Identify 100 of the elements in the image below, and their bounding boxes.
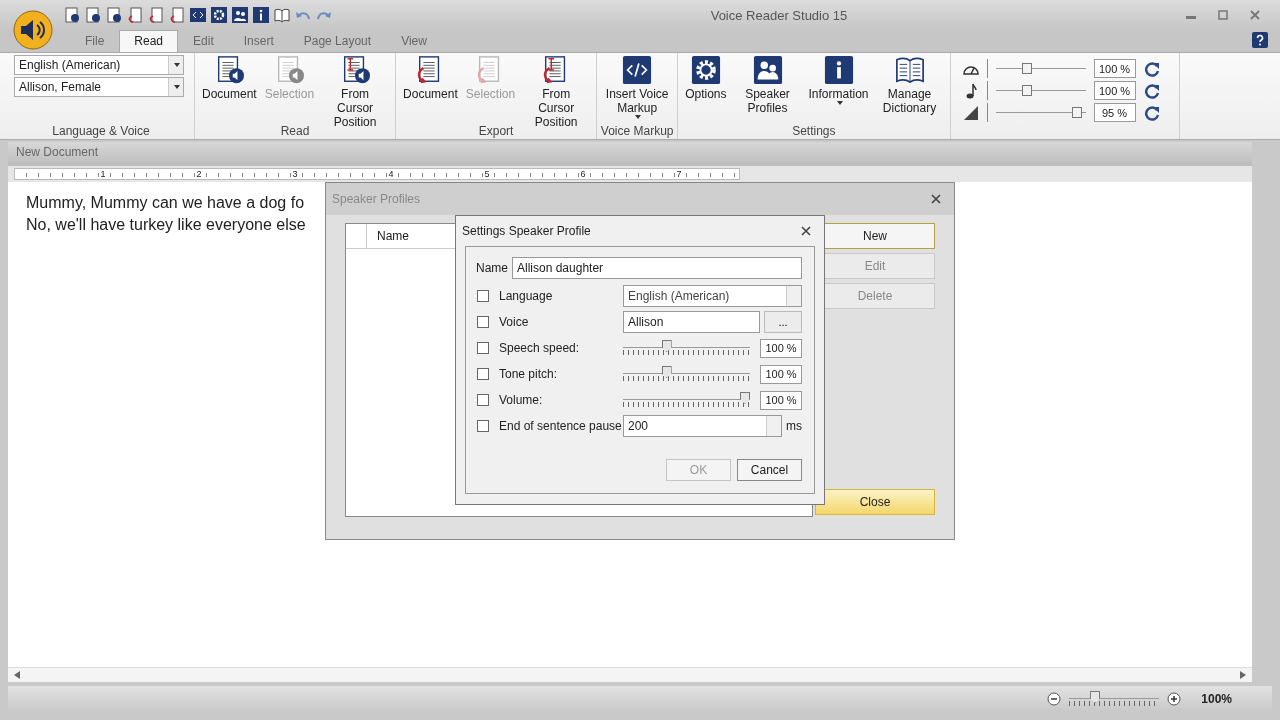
ribbon-button[interactable]: Document	[199, 55, 260, 101]
checkbox[interactable]	[477, 394, 489, 406]
zoom-out-icon[interactable]	[1047, 692, 1062, 706]
ruler-number: 4	[387, 169, 395, 179]
people-icon[interactable]	[232, 7, 248, 23]
field-label: End of sentence pause	[499, 419, 623, 433]
reset-icon[interactable]	[1143, 82, 1160, 99]
close-icon[interactable]	[930, 193, 942, 205]
group-label: Language & Voice	[52, 124, 150, 138]
column-header[interactable]: Name	[367, 224, 409, 248]
ribbon-button[interactable]: Options	[682, 55, 730, 101]
checkbox[interactable]	[477, 368, 489, 380]
percent-field[interactable]: 100 %	[1093, 59, 1136, 78]
field-label: Tone pitch:	[499, 367, 559, 381]
dialog-button[interactable]: Close	[815, 489, 935, 515]
dialog-button[interactable]: Cancel	[737, 459, 802, 481]
ribbon-tab[interactable]: Page Layout	[288, 30, 387, 52]
book-icon	[894, 55, 925, 85]
close-icon[interactable]	[800, 225, 812, 237]
ruler-number: 5	[483, 169, 491, 179]
document-icon[interactable]	[64, 7, 80, 23]
ribbon-button[interactable]: Insert Voice Markup	[601, 55, 674, 119]
dialog-title: Speaker Profiles	[332, 192, 421, 206]
dialog-title: Settings Speaker Profile	[462, 224, 591, 238]
ribbon-button[interactable]: Information	[805, 55, 872, 105]
reset-icon[interactable]	[1143, 60, 1160, 77]
book-icon[interactable]	[274, 7, 290, 23]
document-title: New Document	[8, 142, 1252, 162]
ribbon-button[interactable]: Manage Dictionary	[873, 55, 946, 115]
slider-thumb[interactable]	[661, 340, 672, 352]
percent-field[interactable]: 100 %	[760, 390, 802, 410]
slider[interactable]	[623, 392, 750, 408]
slider-thumb[interactable]	[661, 366, 672, 378]
ribbon-button[interactable]: Speaker Profiles	[731, 55, 804, 115]
zoom-level: 100%	[1201, 692, 1232, 706]
slider[interactable]	[995, 82, 1086, 99]
slider[interactable]	[1069, 691, 1160, 707]
volume-bars-icon	[962, 104, 979, 121]
document-text: Mummy, Mummy can we have a dog fo	[26, 194, 305, 211]
checkbox[interactable]	[477, 420, 489, 432]
field-label: Volume:	[499, 393, 544, 407]
slider[interactable]	[995, 104, 1086, 121]
settings-icon[interactable]	[211, 7, 227, 23]
ruler-number: 2	[195, 169, 203, 179]
slider[interactable]	[623, 366, 750, 382]
slider[interactable]	[995, 60, 1086, 77]
people-icon	[752, 55, 783, 85]
help-icon[interactable]	[1252, 32, 1268, 48]
scroll-left-icon[interactable]	[14, 671, 20, 679]
field-label: Language	[499, 289, 554, 303]
ruler-number: 7	[675, 169, 683, 179]
ribbon-button[interactable]: From Cursor Position	[520, 55, 593, 129]
document-icon[interactable]	[85, 7, 101, 23]
checkbox[interactable]	[477, 342, 489, 354]
slider-thumb[interactable]	[1071, 106, 1082, 118]
group-label: Read	[280, 124, 310, 138]
field-label: Name	[476, 261, 508, 275]
maximize-icon[interactable]	[1218, 10, 1228, 20]
voice-field[interactable]: Allison	[623, 311, 760, 333]
unit-label: ms	[786, 419, 802, 433]
scroll-right-icon[interactable]	[1240, 671, 1246, 679]
ruler-number: 3	[291, 169, 299, 179]
ribbon-button[interactable]: Document	[400, 55, 461, 101]
zoom-in-icon[interactable]	[1167, 692, 1182, 706]
slider-thumb[interactable]	[1090, 691, 1101, 703]
group-label: Settings	[792, 124, 836, 138]
reset-icon[interactable]	[1143, 104, 1160, 121]
checkbox[interactable]	[477, 290, 489, 302]
dropdown[interactable]: Allison, Female	[14, 77, 184, 97]
field-label: Voice	[499, 315, 530, 329]
slider-thumb[interactable]	[1021, 84, 1032, 96]
document-text: No, we'll have turkey like everyone else	[26, 216, 306, 233]
document-icon[interactable]	[106, 7, 122, 23]
ribbon-tab[interactable]: Insert	[228, 30, 289, 52]
checkbox[interactable]	[477, 316, 489, 328]
dropdown[interactable]: English (American)	[623, 285, 802, 307]
ruler-number: 6	[579, 169, 587, 179]
field-label: Speech speed:	[499, 341, 581, 355]
dropdown[interactable]: English (American)	[14, 55, 184, 75]
percent-field[interactable]: 100 %	[760, 338, 802, 358]
slider[interactable]	[623, 340, 750, 356]
code-icon[interactable]	[190, 7, 206, 23]
info-icon	[823, 55, 854, 85]
percent-field[interactable]: 100 %	[760, 364, 802, 384]
name-field[interactable]: Allison daughter	[512, 257, 802, 279]
slider-thumb[interactable]	[740, 392, 750, 404]
number-field[interactable]: 200	[623, 415, 782, 437]
browse-button[interactable]: ...	[764, 311, 802, 333]
settings-icon	[690, 55, 721, 85]
group-label: Export	[478, 124, 514, 138]
ribbon-button[interactable]: From Cursor Position	[319, 55, 392, 129]
percent-field[interactable]: 95 %	[1093, 103, 1136, 122]
info-icon[interactable]	[253, 7, 269, 23]
ruler-number: 1	[99, 169, 107, 179]
window-title: Voice Reader Studio 15	[709, 7, 849, 23]
ribbon-tab[interactable]: View	[386, 30, 442, 52]
slider-thumb[interactable]	[1021, 62, 1032, 74]
percent-field[interactable]: 100 %	[1093, 81, 1136, 100]
ribbon-tab[interactable]: Read	[119, 30, 179, 52]
code-icon	[622, 55, 653, 85]
